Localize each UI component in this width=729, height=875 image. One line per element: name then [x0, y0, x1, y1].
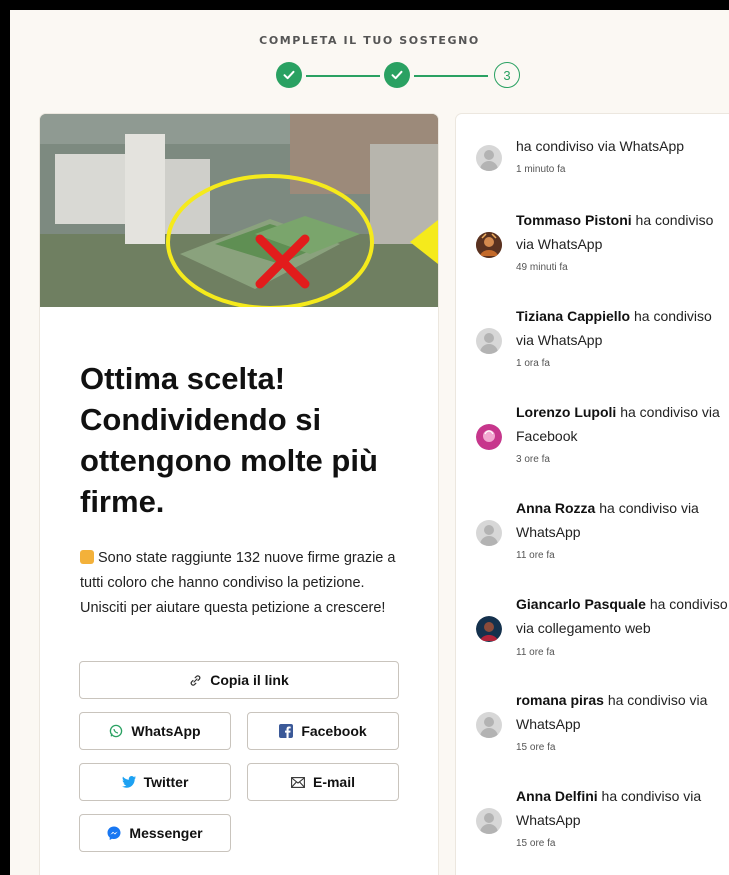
- clapping-hands-icon: [80, 550, 94, 564]
- petition-hero-image: [40, 114, 438, 307]
- twitter-label: Twitter: [143, 774, 189, 790]
- twitter-icon: [121, 776, 136, 788]
- feed-item-time: 11 ore fa: [516, 550, 555, 561]
- feed-item-time: 15 ore fa: [516, 742, 556, 753]
- copy-link-button[interactable]: Copia il link: [79, 661, 399, 699]
- facebook-share-button[interactable]: Facebook: [247, 712, 399, 750]
- feed-item-text: Lorenzo Lupoli ha condiviso via Facebook: [516, 404, 720, 444]
- link-icon: [190, 674, 201, 686]
- success-headline: Ottima scelta! Condividendo si ottengono…: [80, 361, 378, 519]
- feed-item-time: 1 minuto fa: [516, 164, 566, 175]
- feed-item-text: Anna Delfini ha condiviso via WhatsApp: [516, 788, 702, 828]
- feed-item-text: Giancarlo Pasquale ha condiviso via coll…: [516, 596, 728, 636]
- step-connector: [414, 75, 488, 77]
- feed-item-time: 11 ore fa: [516, 647, 555, 658]
- default-avatar-icon: [476, 712, 502, 738]
- user-photo-avatar: [476, 424, 502, 450]
- feed-item-time: 3 ore fa: [516, 454, 550, 465]
- messenger-icon: [107, 826, 121, 840]
- step-1-complete-icon: [276, 62, 302, 88]
- progress-stepper: 3: [276, 62, 536, 90]
- feed-item-text: Tommaso Pistoni ha condiviso via WhatsAp…: [516, 212, 714, 252]
- feed-item-time: 1 ora fa: [516, 358, 550, 369]
- feed-item-text: Anna Rozza ha condiviso via WhatsApp: [516, 500, 699, 540]
- step-3-current: 3: [494, 62, 520, 88]
- share-card: Ottima scelta! Condividendo si ottengono…: [40, 114, 438, 875]
- feed-item-text: romana piras ha condiviso via WhatsApp: [516, 692, 708, 732]
- feed-item-time: 15 ore fa: [516, 838, 556, 849]
- messenger-share-button[interactable]: Messenger: [79, 814, 231, 852]
- whatsapp-label: WhatsApp: [131, 723, 201, 739]
- email-label: E-mail: [312, 774, 355, 790]
- facebook-label: Facebook: [301, 723, 367, 739]
- share-description: Sono state raggiunte 132 nuove firme gra…: [80, 546, 410, 621]
- recent-shares-feed: ha condiviso via WhatsApp 1 minuto fa To…: [456, 114, 729, 875]
- step-2-complete-icon: [384, 62, 410, 88]
- default-avatar-icon: [476, 328, 502, 354]
- step-connector: [306, 75, 380, 77]
- envelope-icon: [291, 776, 305, 788]
- user-photo-avatar: [476, 232, 502, 258]
- email-share-button[interactable]: E-mail: [247, 763, 399, 801]
- whatsapp-icon: [110, 724, 123, 738]
- feed-item-text: ha condiviso via WhatsApp: [516, 138, 685, 154]
- facebook-icon: [279, 724, 294, 738]
- feed-item-time: 49 minuti fa: [516, 262, 568, 273]
- user-photo-avatar: [476, 616, 502, 642]
- share-description-text: Sono state raggiunte 132 nuove firme gra…: [80, 550, 396, 616]
- default-avatar-icon: [476, 145, 502, 171]
- default-avatar-icon: [476, 520, 502, 546]
- copy-link-label: Copia il link: [210, 672, 289, 688]
- page-frame: COMPLETA IL TUO SOSTEGNO 3 Ottima scelta…: [10, 10, 729, 875]
- feed-item-text: Tiziana Cappiello ha condiviso via Whats…: [516, 308, 712, 348]
- whatsapp-share-button[interactable]: WhatsApp: [79, 712, 231, 750]
- progress-title: COMPLETA IL TUO SOSTEGNO: [259, 34, 480, 47]
- messenger-label: Messenger: [129, 825, 203, 841]
- twitter-share-button[interactable]: Twitter: [79, 763, 231, 801]
- step-3-label: 3: [503, 67, 511, 83]
- default-avatar-icon: [476, 808, 502, 834]
